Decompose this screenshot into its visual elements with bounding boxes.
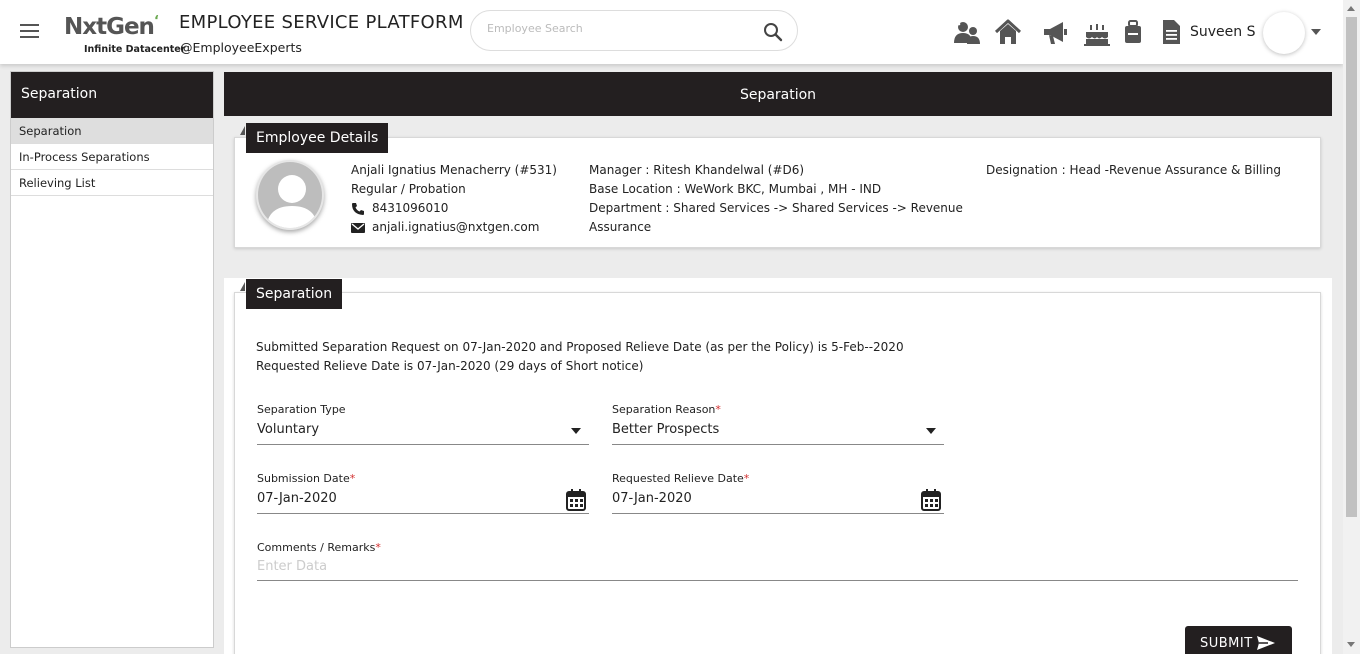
employee-details-heading: Employee Details — [246, 123, 389, 153]
app-header: NxtGen‘ Infinite Datacenter EMPLOYEE SER… — [0, 0, 1343, 64]
field-underline — [257, 444, 589, 445]
comments-input[interactable] — [257, 557, 1297, 575]
sidebar: Separation Separation In-Process Separat… — [10, 71, 214, 648]
requested-relieve-date-field[interactable]: 07-Jan-2020 — [612, 491, 692, 506]
submit-button[interactable]: SUBMIT — [1185, 626, 1292, 654]
field-underline — [612, 444, 944, 445]
designation: Designation : Head -Revenue Assurance & … — [986, 163, 1282, 177]
tab-corner-decoration — [240, 126, 245, 135]
separation-heading: Separation — [246, 279, 343, 309]
app-subtitle: @EmployeeExperts — [180, 40, 302, 55]
employee-phone: 8431096010 — [351, 199, 448, 218]
employee-search — [470, 10, 798, 51]
field-underline — [257, 513, 589, 514]
separation-type-label: Separation Type — [257, 403, 346, 416]
submission-date-field[interactable]: 07-Jan-2020 — [257, 491, 337, 506]
manager-info: Manager : Ritesh Khandelwal (#D6) — [589, 163, 805, 177]
sidebar-item-separation[interactable]: Separation — [11, 118, 213, 144]
page-title: Separation — [224, 72, 1332, 116]
requested-relieve-date-label: Requested Relieve Date* — [612, 472, 750, 485]
team-icon[interactable] — [953, 18, 981, 46]
logo-main-text: NxtGen‘ — [64, 14, 159, 40]
chevron-down-icon[interactable] — [926, 428, 936, 434]
user-avatar[interactable] — [1263, 12, 1305, 54]
separation-reason-select[interactable]: Better Prospects — [612, 422, 942, 437]
megaphone-icon[interactable] — [1041, 18, 1069, 46]
scroll-thumb[interactable] — [1346, 17, 1357, 517]
logo-tagline: Infinite Datacenter — [84, 44, 186, 55]
email-address: anjali.ignatius@nxtgen.com — [372, 220, 540, 234]
employee-email: anjali.ignatius@nxtgen.com — [351, 218, 539, 237]
user-name[interactable]: Suveen S — [1190, 24, 1255, 40]
phone-icon — [352, 202, 364, 215]
app-title: EMPLOYEE SERVICE PLATFORM — [179, 12, 464, 33]
separation-reason-label: Separation Reason* — [612, 403, 721, 416]
cake-icon[interactable] — [1083, 18, 1111, 46]
submission-date-label: Submission Date* — [257, 472, 356, 485]
field-underline — [612, 513, 944, 514]
sidebar-title: Separation — [11, 72, 213, 118]
nxtgen-logo[interactable]: NxtGen‘ Infinite Datacenter — [64, 14, 186, 55]
notice-message: Requested Relieve Date is 07-Jan-2020 (2… — [256, 359, 644, 373]
calendar-icon[interactable] — [921, 489, 941, 511]
user-menu-chevron-icon[interactable] — [1311, 29, 1321, 35]
phone-number: 8431096010 — [372, 201, 449, 215]
document-icon[interactable] — [1157, 18, 1185, 46]
calendar-icon[interactable] — [566, 489, 586, 511]
tab-corner-decoration — [240, 282, 245, 291]
department-line-2: Assurance — [589, 220, 652, 234]
home-icon[interactable] — [994, 18, 1022, 46]
employment-type: Regular / Probation — [351, 182, 466, 196]
comments-label: Comments / Remarks* — [257, 541, 381, 554]
scroll-down-arrow-icon[interactable] — [1347, 642, 1355, 647]
menu-icon[interactable] — [20, 24, 40, 40]
separation-type-select[interactable]: Voluntary — [257, 422, 587, 437]
sidebar-item-in-process-separations[interactable]: In-Process Separations — [11, 144, 213, 170]
chevron-down-icon[interactable] — [571, 428, 581, 434]
scroll-up-arrow-icon[interactable] — [1347, 6, 1355, 11]
field-underline — [257, 580, 1298, 581]
employee-photo — [256, 160, 324, 230]
luggage-icon[interactable] — [1119, 18, 1147, 46]
department-line-1: Department : Shared Services -> Shared S… — [589, 201, 963, 215]
page-scrollbar[interactable] — [1343, 0, 1360, 654]
sidebar-item-relieving-list[interactable]: Relieving List — [11, 170, 213, 196]
envelope-icon — [351, 222, 365, 233]
search-input[interactable] — [487, 22, 757, 35]
employee-name: Anjali Ignatius Menacherry (#531) — [351, 163, 557, 177]
submit-label: SUBMIT — [1200, 636, 1253, 651]
base-location: Base Location : WeWork BKC, Mumbai , MH … — [589, 182, 882, 196]
submission-message: Submitted Separation Request on 07-Jan-2… — [256, 340, 904, 354]
search-icon[interactable] — [763, 22, 783, 42]
send-icon — [1257, 636, 1275, 650]
